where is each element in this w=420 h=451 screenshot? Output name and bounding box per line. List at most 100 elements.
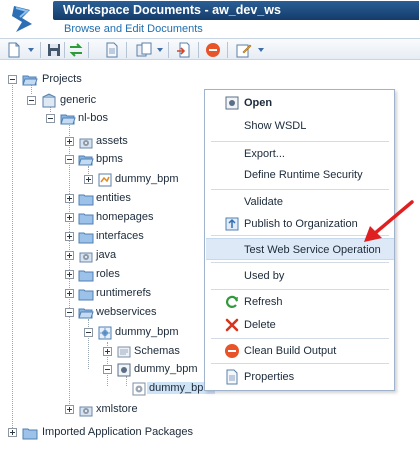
menu-separator (211, 289, 389, 290)
tree-node-generic[interactable]: generic (0, 93, 120, 109)
tree-node-schemas[interactable]: Schemas (0, 344, 190, 360)
tree-node-assets[interactable]: assets (0, 134, 130, 150)
tree-node-java[interactable]: java (0, 248, 130, 264)
expand-toggle[interactable] (84, 175, 93, 184)
tree-node-homepages[interactable]: homepages (0, 210, 154, 226)
tree-node-runtimerefs[interactable]: runtimerefs (0, 286, 151, 302)
menu-item-delete[interactable]: Delete (206, 314, 394, 336)
clean-build-icon (225, 344, 239, 358)
collapse-toggle[interactable] (27, 96, 36, 105)
menu-item-label: Refresh (244, 296, 283, 308)
tree-node-projects[interactable]: Projects (0, 72, 120, 88)
expand-toggle[interactable] (65, 213, 74, 222)
folder-open-icon (22, 75, 38, 86)
expand-toggle[interactable] (65, 251, 74, 260)
window-title: Workspace Documents - aw_dev_ws (53, 1, 419, 20)
menu-item-used-by[interactable]: Used by (206, 265, 394, 287)
tree-node-entities[interactable]: entities (0, 191, 131, 207)
collapse-toggle[interactable] (65, 308, 74, 317)
open-icon (225, 96, 239, 110)
tree-node-imported-packages[interactable]: Imported Application Packages (0, 425, 200, 441)
tree-node-webservices[interactable]: webservices (0, 305, 157, 321)
folder-open-icon (78, 308, 94, 319)
tree-node-label: dummy_bpm (115, 173, 179, 185)
menu-item-export[interactable]: Export... (206, 143, 394, 165)
menu-item-label: Properties (244, 371, 295, 383)
menu-item-label: Used by (244, 270, 285, 282)
tree-node-roles[interactable]: roles (0, 267, 130, 283)
new-document-icon[interactable] (6, 42, 22, 58)
schema-icon (117, 346, 131, 358)
annotation-arrow-icon (364, 200, 414, 242)
tree-node-label: generic (60, 94, 97, 106)
tree-node-label: interfaces (96, 230, 144, 242)
toolbar-separator (198, 42, 199, 58)
delete-icon (225, 318, 239, 332)
tree-node-label: assets (96, 135, 128, 147)
window-subtitle: Browse and Edit Documents (64, 23, 203, 35)
toolbar-separator (126, 42, 127, 58)
copy-icon[interactable] (136, 42, 152, 58)
toolbar (0, 38, 420, 60)
tree-node-label: Schemas (134, 345, 180, 357)
export-icon[interactable] (176, 42, 192, 58)
menu-item-label: Define Runtime Security (244, 169, 363, 181)
expand-toggle[interactable] (8, 428, 17, 437)
collapse-toggle[interactable] (103, 365, 112, 374)
tree-node-dummy-bpm-ws[interactable]: dummy_bpm (0, 325, 179, 341)
expand-toggle[interactable] (103, 347, 112, 356)
folder-open-icon (78, 155, 94, 166)
expand-toggle[interactable] (65, 289, 74, 298)
menu-separator (211, 189, 389, 190)
edit-icon[interactable] (236, 42, 252, 58)
collapse-toggle[interactable] (65, 155, 74, 164)
menu-separator (211, 141, 389, 142)
copy-dropdown-caret[interactable] (157, 48, 163, 52)
menu-item-label: Publish to Organization (244, 218, 358, 230)
sync-icon[interactable] (68, 42, 84, 58)
menu-item-label: Show WSDL (244, 120, 307, 132)
menu-item-refresh[interactable]: Refresh (206, 291, 394, 313)
tree-node-bpms[interactable]: bpms (0, 152, 130, 168)
folder-open-icon (60, 114, 76, 125)
tree-node-interfaces[interactable]: interfaces (0, 229, 144, 245)
folder-icon (78, 232, 94, 244)
tree-node-nl-bos[interactable]: nl-bos (0, 111, 120, 127)
properties-icon (226, 369, 238, 385)
menu-item-label: Clean Build Output (244, 345, 337, 357)
new-dropdown-caret[interactable] (28, 48, 34, 52)
document-icon[interactable] (104, 42, 120, 58)
bpm-icon (98, 173, 112, 187)
tree-node-dummy-bpm-operation[interactable]: dummy_bpm (0, 381, 215, 397)
toolbar-separator (88, 42, 89, 58)
menu-item-label: Test Web Service Operation (244, 244, 381, 256)
expand-toggle[interactable] (65, 194, 74, 203)
menu-item-label: Export... (244, 148, 285, 160)
package-icon (79, 406, 93, 417)
expand-toggle[interactable] (65, 405, 74, 414)
expand-toggle[interactable] (65, 270, 74, 279)
edit-dropdown-caret[interactable] (258, 48, 264, 52)
menu-separator (211, 363, 389, 364)
collapse-toggle[interactable] (84, 328, 93, 337)
menu-item-properties[interactable]: Properties (206, 366, 394, 388)
tree-node-dummy-bpm[interactable]: dummy_bpm (0, 172, 179, 188)
tree-node-dummy-bpm-interface[interactable]: dummy_bpm (0, 362, 198, 378)
menu-item-show-wsdl[interactable]: Show WSDL (206, 115, 394, 137)
save-icon[interactable] (46, 42, 62, 58)
expand-toggle[interactable] (65, 232, 74, 241)
expand-toggle[interactable] (65, 137, 74, 146)
tree-node-xmlstore[interactable]: xmlstore (0, 402, 138, 418)
interface-icon (117, 363, 131, 377)
menu-item-open[interactable]: Open (206, 92, 394, 114)
collapse-toggle[interactable] (46, 114, 55, 123)
menu-item-clean-build-output[interactable]: Clean Build Output (206, 340, 394, 362)
app-header: Workspace Documents - aw_dev_ws Browse a… (0, 0, 420, 38)
collapse-toggle[interactable] (8, 75, 17, 84)
stop-icon[interactable] (205, 42, 221, 58)
folder-icon (78, 289, 94, 301)
app-logo-icon (12, 6, 32, 32)
tree-node-label: java (96, 249, 117, 261)
menu-item-define-runtime-security[interactable]: Define Runtime Security (206, 164, 394, 186)
tree-node-label: webservices (96, 306, 157, 318)
